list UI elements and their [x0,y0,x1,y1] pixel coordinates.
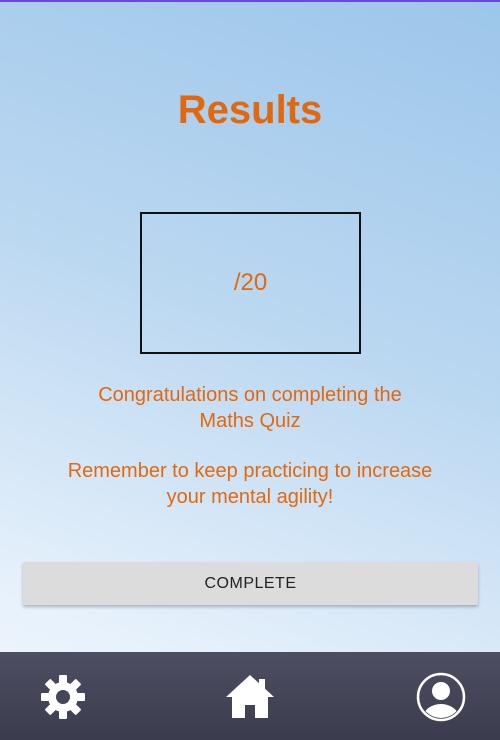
reminder-line-1: Remember to keep practicing to increase [67,460,433,482]
nav-profile-button[interactable] [414,670,468,724]
congratulations-line-1: Congratulations on completing the [98,384,402,406]
complete-button[interactable]: COMPLETE [23,562,478,605]
nav-settings-button[interactable] [36,670,90,724]
bottom-navigation [0,652,500,740]
reminder-line-2: your mental agility! [166,486,334,508]
results-screen: Results /20 Congratulations on completin… [0,0,500,740]
score-box: /20 [140,212,361,354]
top-divider [0,0,500,2]
congratulations-message: Congratulations on completing the Maths … [20,382,480,434]
page-title: Results [177,88,323,132]
score-value: /20 [233,269,268,296]
user-profile-icon [416,672,466,722]
gear-icon [41,675,85,719]
nav-home-button[interactable] [223,670,277,724]
home-icon [226,675,274,718]
congratulations-line-2: Maths Quiz [199,410,301,432]
reminder-message: Remember to keep practicing to increase … [20,458,480,510]
